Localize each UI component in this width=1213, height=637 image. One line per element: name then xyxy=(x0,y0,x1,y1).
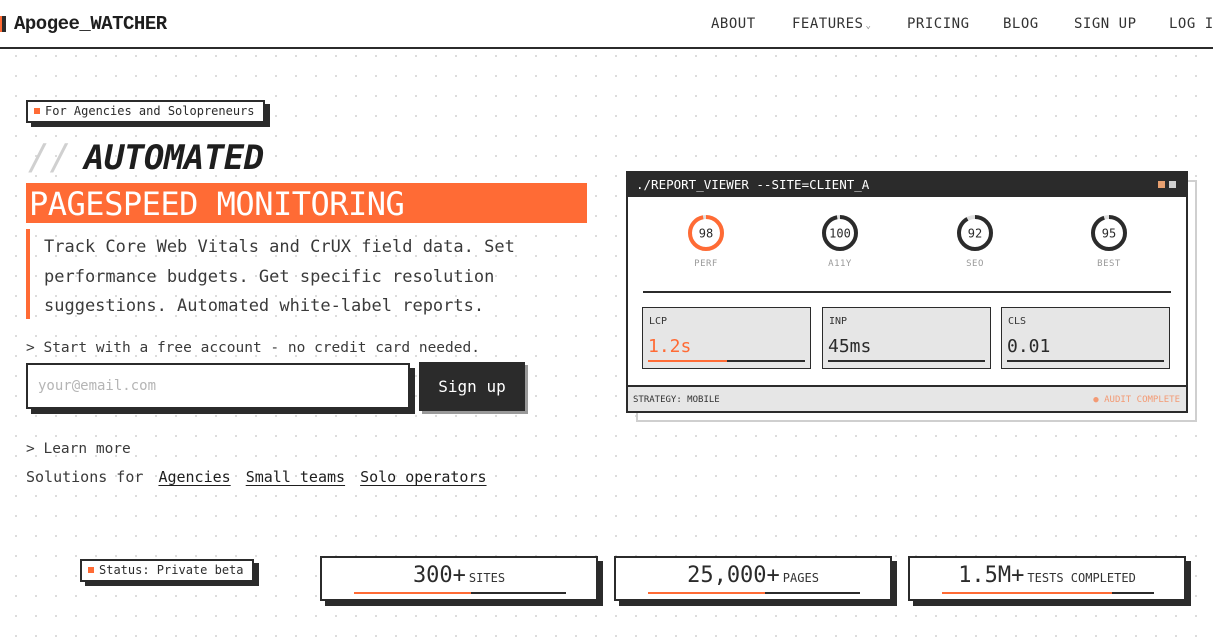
report-title: ./REPORT_VIEWER --SITE=CLIENT_A xyxy=(636,177,870,192)
solutions-prefix: Solutions for xyxy=(26,468,144,486)
nav-about[interactable]: ABOUT xyxy=(711,16,756,32)
nav-label: LOG IN xyxy=(1169,16,1213,32)
gauge-ring: 92 xyxy=(957,215,993,251)
chevron-down-icon: ⌄ xyxy=(865,21,872,31)
stat-unit: PAGES xyxy=(782,571,819,585)
square-bullet-icon xyxy=(88,567,94,573)
score-value: 95 xyxy=(1102,227,1116,241)
score-label: BEST xyxy=(1097,259,1121,269)
metric-value: 45ms xyxy=(828,336,872,357)
report-footer: STRATEGY: MOBILE ● AUDIT COMPLETE xyxy=(628,385,1186,411)
gauge-ring: 100 xyxy=(822,215,858,251)
score-label: PERF xyxy=(694,259,718,269)
stat-unit: TESTS COMPLETED xyxy=(1027,571,1136,585)
cta-text: > Start with a free account - no credit … xyxy=(26,340,480,356)
nav-label: PRICING xyxy=(907,16,970,32)
nav-blog[interactable]: BLOG xyxy=(1003,16,1039,32)
stat-number: 25,000+ xyxy=(687,563,780,588)
top-nav: Apogee_WATCHER ABOUT FEATURES ⌄ PRICING B… xyxy=(0,0,1213,49)
metric-name: INP xyxy=(829,316,848,327)
email-input[interactable] xyxy=(26,363,410,409)
audience-tag: For Agencies and Solopreneurs xyxy=(26,100,265,123)
solution-link-solo-operators[interactable]: Solo operators xyxy=(360,468,486,486)
metric-card-lcp: LCP 1.2s xyxy=(642,307,811,369)
score-gauge-seo: 92 SEO xyxy=(945,213,1005,269)
hero-title-line2: PAGESPEED MONITORING xyxy=(26,183,587,223)
sign-up-button[interactable]: Sign up xyxy=(419,362,525,411)
stat-bar-fill xyxy=(942,592,1112,594)
decorative-slashes: // xyxy=(28,137,72,178)
nav-links: ABOUT FEATURES ⌄ PRICING BLOG SIGN UP LOG… xyxy=(0,16,1213,36)
strategy-label: STRATEGY: MOBILE xyxy=(633,395,720,405)
learn-more-link[interactable]: > Learn more xyxy=(26,441,131,457)
stat-bar-fill xyxy=(354,592,471,594)
score-value: 98 xyxy=(699,227,713,241)
stat-bar-fill xyxy=(648,592,765,594)
nav-log-in[interactable]: LOG IN xyxy=(1169,16,1213,32)
audience-tag-label: For Agencies and Solopreneurs xyxy=(45,104,255,118)
hero-title-line1: AUTOMATED xyxy=(84,138,264,178)
report-viewer-panel: ./REPORT_VIEWER --SITE=CLIENT_A 98 PERF … xyxy=(626,171,1188,413)
score-label: A11Y xyxy=(828,259,852,269)
stat-number: 300+ xyxy=(412,563,466,588)
solutions-line: Solutions for Agencies Small teams Solo … xyxy=(26,468,487,486)
nav-label: FEATURES xyxy=(792,16,864,32)
audit-status: ● AUDIT COMPLETE xyxy=(1093,395,1180,405)
status-tag-label: Status: Private beta xyxy=(99,563,244,577)
nav-pricing[interactable]: PRICING xyxy=(907,16,970,32)
window-dot-icon xyxy=(1169,181,1176,188)
metric-value: 0.01 xyxy=(1007,336,1051,357)
score-value: 100 xyxy=(829,227,851,241)
solution-link-agencies[interactable]: Agencies xyxy=(158,468,230,486)
nav-label: BLOG xyxy=(1003,16,1039,32)
metric-card-cls: CLS 0.01 xyxy=(1001,307,1170,369)
square-bullet-icon xyxy=(34,108,40,114)
stat-number: 1.5M+ xyxy=(958,563,1025,588)
metric-bar xyxy=(828,360,985,362)
score-gauge-best: 95 BEST xyxy=(1079,213,1139,269)
hero-description: Track Core Web Vitals and CrUX field dat… xyxy=(26,229,526,319)
window-dot-icon xyxy=(1158,181,1165,188)
gauge-ring: 98 xyxy=(688,215,724,251)
stat-card-pages: 25,000+ PAGES xyxy=(614,556,892,601)
report-title-bar: ./REPORT_VIEWER --SITE=CLIENT_A xyxy=(628,173,1186,197)
nav-sign-up[interactable]: SIGN UP xyxy=(1074,16,1137,32)
stat-card-sites: 300+ SITES xyxy=(320,556,598,601)
gauge-ring: 95 xyxy=(1091,215,1127,251)
metric-name: LCP xyxy=(649,316,668,327)
status-tag: Status: Private beta xyxy=(80,559,254,582)
nav-label: SIGN UP xyxy=(1074,16,1137,32)
score-value: 92 xyxy=(968,227,982,241)
metric-value: 1.2s xyxy=(648,336,692,357)
metric-name: CLS xyxy=(1008,316,1027,327)
stat-card-tests: 1.5M+ TESTS COMPLETED xyxy=(908,556,1186,601)
score-gauge-perf: 98 PERF xyxy=(676,213,736,269)
stat-unit: SITES xyxy=(468,571,506,585)
solution-link-small-teams[interactable]: Small teams xyxy=(246,468,345,486)
score-gauge-a11y: 100 A11Y xyxy=(810,213,870,269)
panel-divider xyxy=(643,291,1171,293)
nav-label: ABOUT xyxy=(711,16,756,32)
nav-features[interactable]: FEATURES ⌄ xyxy=(792,16,871,32)
metric-bar xyxy=(1007,360,1164,362)
metric-bar-fill xyxy=(648,360,727,362)
score-label: SEO xyxy=(966,259,984,269)
metric-card-inp: INP 45ms xyxy=(822,307,991,369)
